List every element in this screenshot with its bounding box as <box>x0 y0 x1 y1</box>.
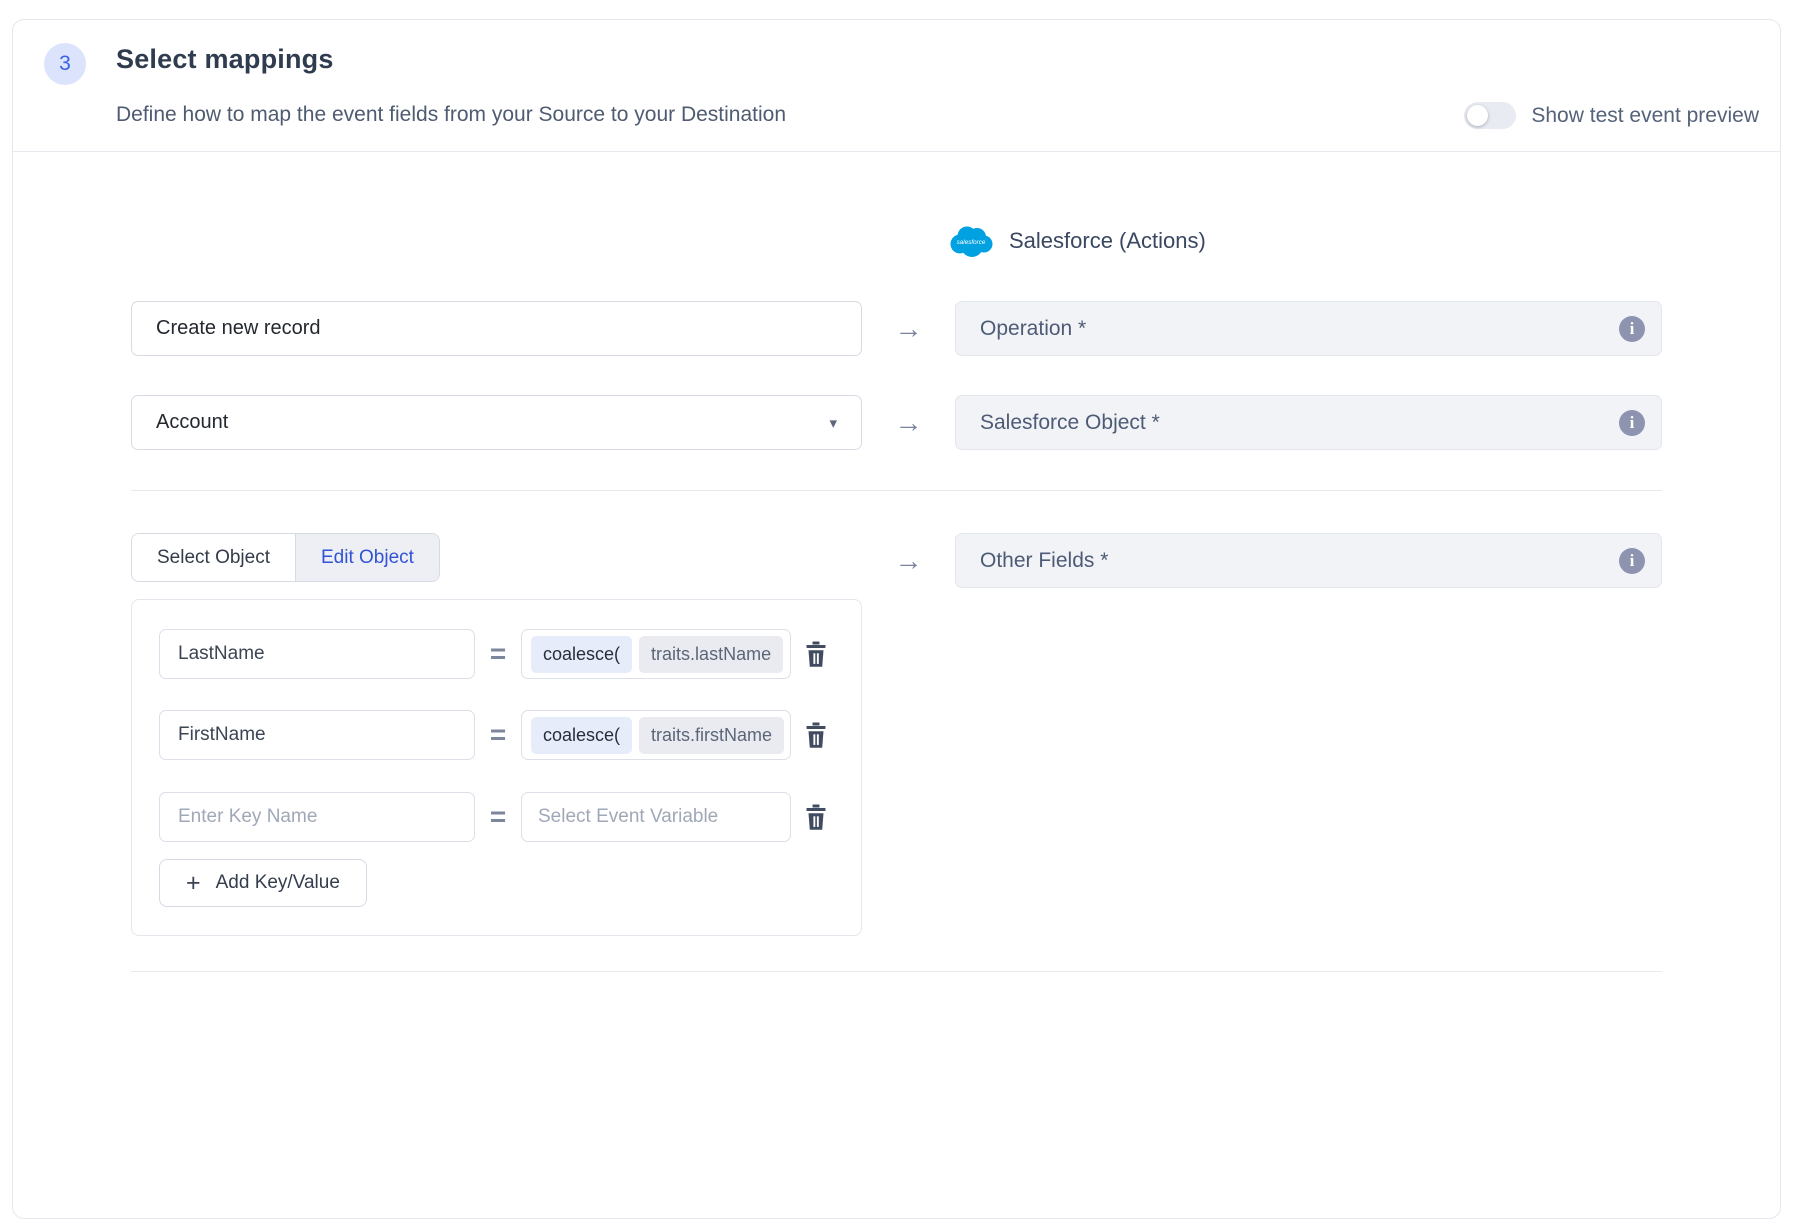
section-divider <box>131 490 1662 491</box>
action-cell <box>131 301 862 356</box>
toggle-knob <box>1467 105 1488 126</box>
salesforce-object-field[interactable]: Salesforce Object * i <box>955 395 1662 450</box>
delete-row-button[interactable] <box>804 722 828 749</box>
destination-header: salesforce Salesforce (Actions) <box>949 224 1662 258</box>
kv-row: = coalesce( traits.lastName <box>159 629 831 679</box>
operation-field-label: Operation * <box>980 317 1086 341</box>
info-icon[interactable]: i <box>1619 410 1645 436</box>
step-number-badge: 3 <box>44 43 86 85</box>
kv-row: = coalesce( traits.firstName <box>159 710 831 760</box>
key-input[interactable] <box>159 710 475 760</box>
key-input[interactable] <box>159 792 475 842</box>
value-expression[interactable]: coalesce( traits.firstName <box>521 710 791 760</box>
show-test-event-preview-toggle[interactable] <box>1464 102 1516 129</box>
delete-row-button[interactable] <box>804 804 828 831</box>
object-tabs: Select Object Edit Object <box>131 533 440 582</box>
delete-row-button[interactable] <box>804 641 828 668</box>
arrow-right-icon: → <box>862 533 955 588</box>
other-fields-field[interactable]: Other Fields * i <box>955 533 1662 588</box>
toggle-label: Show test event preview <box>1531 104 1759 128</box>
salesforce-logo-text: salesforce <box>957 239 986 246</box>
info-icon[interactable]: i <box>1619 548 1645 574</box>
event-variable-input[interactable] <box>521 792 791 842</box>
test-event-preview-toggle-group: Show test event preview <box>1464 102 1759 129</box>
object-cell: Account ▾ <box>131 395 862 450</box>
card-body: salesforce Salesforce (Actions) → Operat… <box>13 224 1780 972</box>
card-header: 3 Select mappings Define how to map the … <box>13 20 1780 152</box>
object-editor-cell: Select Object Edit Object = coalesce( tr… <box>131 533 862 936</box>
kv-row-empty: = <box>159 792 831 842</box>
object-select-value: Account <box>156 411 228 434</box>
object-select[interactable]: Account ▾ <box>131 395 862 450</box>
salesforce-logo-icon: salesforce <box>949 225 993 258</box>
page-subtitle: Define how to map the event fields from … <box>116 103 786 127</box>
mapping-row-operation: → Operation * i <box>131 301 1662 356</box>
add-key-value-button[interactable]: + Add Key/Value <box>159 859 367 907</box>
equals-icon: = <box>475 719 521 751</box>
arrow-right-icon: → <box>862 301 955 356</box>
mapping-row-other-fields: Select Object Edit Object = coalesce( tr… <box>131 533 1662 936</box>
chevron-down-icon: ▾ <box>829 414 837 432</box>
function-chip[interactable]: coalesce( <box>531 636 632 673</box>
section-divider <box>131 971 1662 972</box>
equals-icon: = <box>475 801 521 833</box>
variable-chip[interactable]: traits.lastName <box>639 636 783 673</box>
salesforce-object-field-label: Salesforce Object * <box>980 411 1160 435</box>
trash-icon <box>804 722 828 749</box>
operation-field[interactable]: Operation * i <box>955 301 1662 356</box>
select-mappings-card: 3 Select mappings Define how to map the … <box>12 19 1781 1219</box>
trash-icon <box>804 641 828 668</box>
arrow-right-icon: → <box>862 395 955 450</box>
key-value-panel: = coalesce( traits.lastName <box>131 599 862 936</box>
page-title: Select mappings <box>116 44 334 75</box>
key-input[interactable] <box>159 629 475 679</box>
destination-name: Salesforce (Actions) <box>1009 228 1206 254</box>
other-fields-field-label: Other Fields * <box>980 549 1108 573</box>
function-chip[interactable]: coalesce( <box>531 717 632 754</box>
value-expression[interactable]: coalesce( traits.lastName <box>521 629 791 679</box>
action-input[interactable] <box>131 301 862 356</box>
tab-select-object[interactable]: Select Object <box>132 534 295 581</box>
plus-icon: + <box>186 869 201 898</box>
tab-edit-object[interactable]: Edit Object <box>295 534 439 581</box>
info-icon[interactable]: i <box>1619 316 1645 342</box>
trash-icon <box>804 804 828 831</box>
add-key-value-label: Add Key/Value <box>216 872 340 894</box>
variable-chip[interactable]: traits.firstName <box>639 717 784 754</box>
mapping-row-object: Account ▾ → Salesforce Object * i <box>131 395 1662 450</box>
equals-icon: = <box>475 638 521 670</box>
